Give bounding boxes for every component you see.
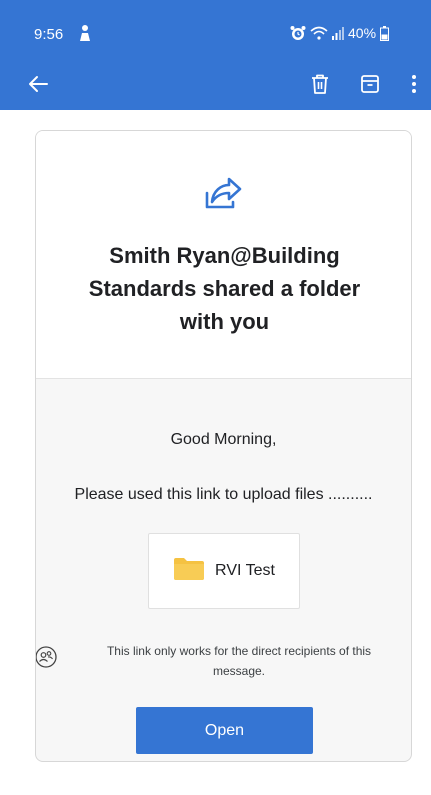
shared-folder-card: Smith Ryan@Building Standards shared a f… — [35, 130, 412, 762]
folder-name: RVI Test — [215, 562, 275, 579]
more-vert-icon[interactable] — [400, 68, 428, 100]
link-restriction-note: This link only works for the direct reci… — [106, 644, 372, 678]
status-bar: 9:56 40% — [0, 0, 431, 56]
delete-icon[interactable] — [304, 68, 336, 100]
card-title: Smith Ryan@Building Standards shared a f… — [88, 243, 361, 334]
status-time: 9:56 — [34, 26, 64, 43]
status-icons: 40% — [290, 24, 390, 42]
back-arrow-icon[interactable] — [22, 68, 54, 100]
person-icon — [78, 24, 92, 42]
archive-icon[interactable] — [354, 68, 386, 100]
share-folder-icon — [201, 169, 245, 213]
battery-icon — [380, 25, 390, 41]
wifi-icon — [310, 26, 328, 40]
greeting-text: Good Morning, — [170, 431, 277, 448]
open-button[interactable]: Open — [136, 707, 313, 754]
folder-icon — [173, 557, 205, 586]
signal-icon — [332, 26, 344, 40]
alarm-icon — [290, 25, 306, 41]
app-bar — [0, 56, 431, 110]
card-header: Smith Ryan@Building Standards shared a f… — [36, 131, 411, 379]
message-text: Please used this link to upload files ..… — [74, 486, 373, 503]
folder-tile[interactable]: RVI Test — [148, 533, 300, 609]
recipients-icon — [36, 646, 57, 668]
battery-text: 40% — [348, 25, 377, 41]
